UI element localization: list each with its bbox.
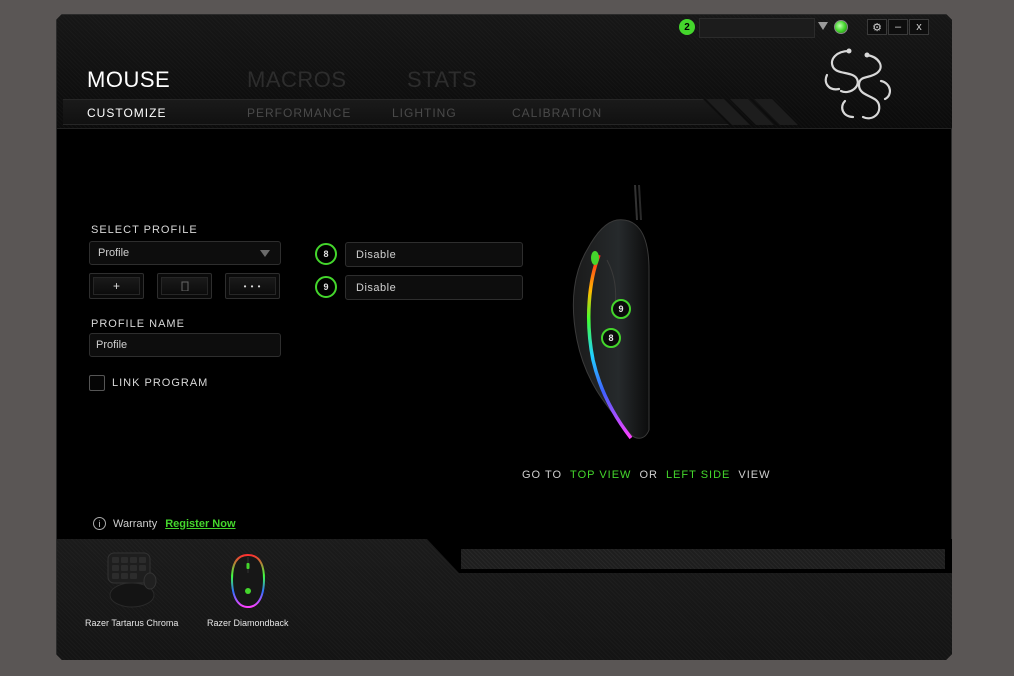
profile-more-button[interactable]: • • • bbox=[225, 273, 280, 299]
device-name: Razer Diamondback bbox=[207, 618, 289, 628]
register-now-link[interactable]: Register Now bbox=[165, 518, 235, 530]
tab-lighting[interactable]: LIGHTING bbox=[392, 106, 512, 120]
window-controls: ⚙ – x bbox=[867, 19, 930, 35]
decorative-stripes bbox=[706, 99, 809, 125]
header-divider bbox=[57, 128, 952, 129]
profile-name-input[interactable]: Profile bbox=[89, 333, 281, 357]
device-name: Razer Tartarus Chroma bbox=[85, 618, 179, 628]
minimize-button[interactable]: – bbox=[888, 19, 908, 35]
profile-dropdown-value: Profile bbox=[98, 247, 130, 259]
synapse-window: 2 ⚙ – x MOUSE MACROS STATS CUSTOMIZE PER… bbox=[56, 14, 952, 660]
mouse-button-9-marker[interactable]: 9 bbox=[611, 299, 631, 319]
profile-name-label: PROFILE NAME bbox=[91, 318, 185, 330]
button-9-marker: 9 bbox=[315, 276, 337, 298]
info-icon: i bbox=[93, 517, 106, 530]
sub-tabs: CUSTOMIZE PERFORMANCE LIGHTING CALIBRATI… bbox=[87, 106, 672, 120]
keypad-device-icon bbox=[107, 552, 157, 608]
tab-calibration[interactable]: CALIBRATION bbox=[512, 106, 672, 120]
tab-customize[interactable]: CUSTOMIZE bbox=[87, 106, 247, 120]
or-text: OR bbox=[639, 469, 658, 481]
left-side-link[interactable]: LEFT SIDE bbox=[666, 469, 730, 481]
account-field[interactable] bbox=[699, 18, 815, 38]
goto-prefix: GO TO bbox=[522, 469, 563, 481]
close-button[interactable]: x bbox=[909, 19, 929, 35]
view-suffix: VIEW bbox=[738, 469, 771, 481]
settings-gear-button[interactable]: ⚙ bbox=[867, 19, 887, 35]
button-9-assignment[interactable]: Disable bbox=[345, 275, 523, 300]
tab-macros[interactable]: MACROS bbox=[247, 67, 346, 93]
mouse-button-8-marker[interactable]: 8 bbox=[601, 328, 621, 348]
more-dots-icon: • • • bbox=[229, 277, 276, 295]
select-profile-label: SELECT PROFILE bbox=[91, 224, 198, 236]
tab-performance[interactable]: PERFORMANCE bbox=[247, 106, 392, 120]
warranty-label: Warranty bbox=[113, 517, 158, 530]
razer-logo-icon bbox=[824, 48, 891, 120]
link-program-label: LINK PROGRAM bbox=[112, 377, 209, 389]
mouse-device-icon bbox=[230, 553, 265, 609]
main-tabs: MOUSE MACROS STATS bbox=[87, 67, 567, 93]
tab-stats[interactable]: STATS bbox=[407, 67, 495, 93]
add-profile-label: + bbox=[93, 277, 140, 295]
delete-profile-button[interactable] bbox=[157, 273, 212, 299]
online-status-icon[interactable] bbox=[834, 20, 848, 34]
device-tartarus[interactable]: Razer Tartarus Chroma bbox=[85, 551, 178, 628]
view-switcher: GO TO TOP VIEW OR LEFT SIDE VIEW bbox=[522, 469, 771, 481]
link-program-checkbox[interactable] bbox=[89, 375, 105, 391]
trash-icon bbox=[161, 277, 208, 295]
tab-mouse[interactable]: MOUSE bbox=[87, 67, 175, 93]
button-8-marker: 8 bbox=[315, 243, 337, 265]
notification-badge[interactable]: 2 bbox=[679, 19, 695, 35]
chevron-down-icon[interactable] bbox=[818, 22, 828, 30]
profile-dropdown[interactable]: Profile bbox=[89, 241, 281, 265]
top-view-link[interactable]: TOP VIEW bbox=[570, 469, 631, 481]
button-8-assignment[interactable]: Disable bbox=[345, 242, 523, 267]
add-profile-button[interactable]: + bbox=[89, 273, 144, 299]
warranty-row: i Warranty Register Now bbox=[93, 517, 236, 530]
chevron-down-icon bbox=[260, 250, 270, 257]
device-bar-strip bbox=[461, 549, 945, 569]
device-diamondback[interactable]: Razer Diamondback bbox=[207, 551, 289, 628]
